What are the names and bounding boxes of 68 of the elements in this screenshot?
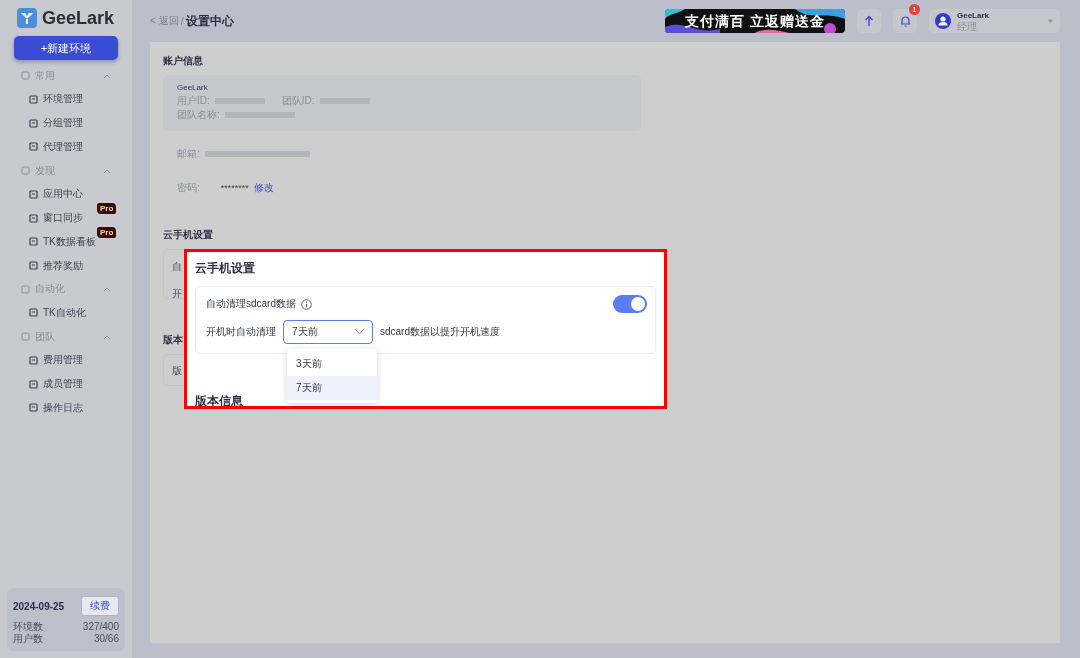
version-label: 版 xyxy=(172,364,182,378)
field-label: 密码: xyxy=(177,181,200,195)
setting-label: 开机时自动清理 xyxy=(206,325,276,339)
section-title: 账户信息 xyxy=(163,54,204,68)
setting-label: 自动清理sdcard数据 xyxy=(206,297,296,311)
sidebar-item[interactable]: 窗口同步 Pro xyxy=(7,206,125,230)
menu-item-icon xyxy=(29,189,38,199)
sidebar-item[interactable]: 成员管理 xyxy=(7,372,125,396)
setting-label: 自 xyxy=(172,260,182,274)
password-value: ******** xyxy=(220,183,249,193)
info-icon xyxy=(301,298,312,310)
menu-item-icon xyxy=(29,261,38,271)
dropdown-option[interactable]: 7天前 xyxy=(287,376,377,400)
sidebar-item[interactable]: 推荐奖励 xyxy=(7,253,125,278)
menu-item-icon xyxy=(29,308,38,318)
setting-label: 开 xyxy=(172,287,182,301)
account-name: GeeLark xyxy=(177,82,209,94)
sidebar-item[interactable]: 环境管理 xyxy=(7,87,125,112)
section-title: 版本 xyxy=(163,333,184,347)
menu-item-icon xyxy=(29,355,38,365)
section-title: 云手机设置 xyxy=(195,260,256,277)
sidebar-item[interactable]: TK自动化 xyxy=(7,301,125,325)
stat-value: 327/400 xyxy=(82,621,119,633)
renew-button[interactable]: 续费 xyxy=(81,596,119,616)
upload-button[interactable] xyxy=(857,9,881,33)
expiry-date: 2024-09-25 xyxy=(13,600,65,612)
sidebar-item[interactable]: 分组管理 xyxy=(7,111,125,136)
logo-icon xyxy=(17,8,37,28)
sidebar-item[interactable]: 操作日志 xyxy=(7,395,125,420)
section-title: 版本信息 xyxy=(195,393,244,406)
stat-label: 用户数 xyxy=(13,633,43,645)
sidebar-item[interactable]: 费用管理 xyxy=(7,348,125,373)
group-icon xyxy=(21,166,30,176)
menu-item-icon xyxy=(29,237,38,247)
pro-badge: Pro xyxy=(97,227,117,238)
promo-banner[interactable]: 支付满百 立返赠送金 xyxy=(665,9,845,33)
group-icon xyxy=(21,332,30,342)
menu-item-icon xyxy=(29,118,38,128)
menu-item-icon xyxy=(29,213,38,223)
page-title: 设置中心 xyxy=(186,12,236,30)
select-field[interactable]: 7天前 xyxy=(283,320,373,344)
setting-label: sdcard数据以提升开机速度 xyxy=(380,325,500,339)
notifications-button[interactable] xyxy=(893,9,917,33)
dropdown-option[interactable]: 3天前 xyxy=(287,352,377,376)
chevron-down-icon xyxy=(355,329,364,335)
arrow-up-icon xyxy=(864,15,874,27)
section-title: 云手机设置 xyxy=(163,228,214,242)
logo-text: GeeLark xyxy=(42,7,115,29)
menu-item-icon xyxy=(29,142,38,152)
avatar-icon xyxy=(935,13,951,29)
toggle-switch[interactable] xyxy=(613,295,647,313)
pro-badge: Pro xyxy=(97,203,117,215)
stat-label: 环境数 xyxy=(13,621,43,633)
notification-count: 1 xyxy=(909,4,920,15)
group-icon xyxy=(21,71,30,81)
change-link[interactable]: 修改 xyxy=(253,181,274,195)
menu-item-icon xyxy=(29,379,38,389)
new-environment-button[interactable]: +新建环境 xyxy=(14,36,118,60)
sidebar-item[interactable]: 代理管理 xyxy=(7,135,125,159)
user-name: GeeLark xyxy=(957,10,991,21)
menu-item-icon xyxy=(29,94,38,104)
breadcrumb-separator: / xyxy=(180,15,184,27)
caret-down-icon xyxy=(1047,18,1054,24)
sidebar-item[interactable]: TK数据看板 Pro xyxy=(7,230,125,254)
group-icon xyxy=(21,284,30,294)
menu-item-icon xyxy=(29,403,38,413)
bell-icon xyxy=(899,15,911,27)
stat-value: 30/66 xyxy=(93,633,119,645)
